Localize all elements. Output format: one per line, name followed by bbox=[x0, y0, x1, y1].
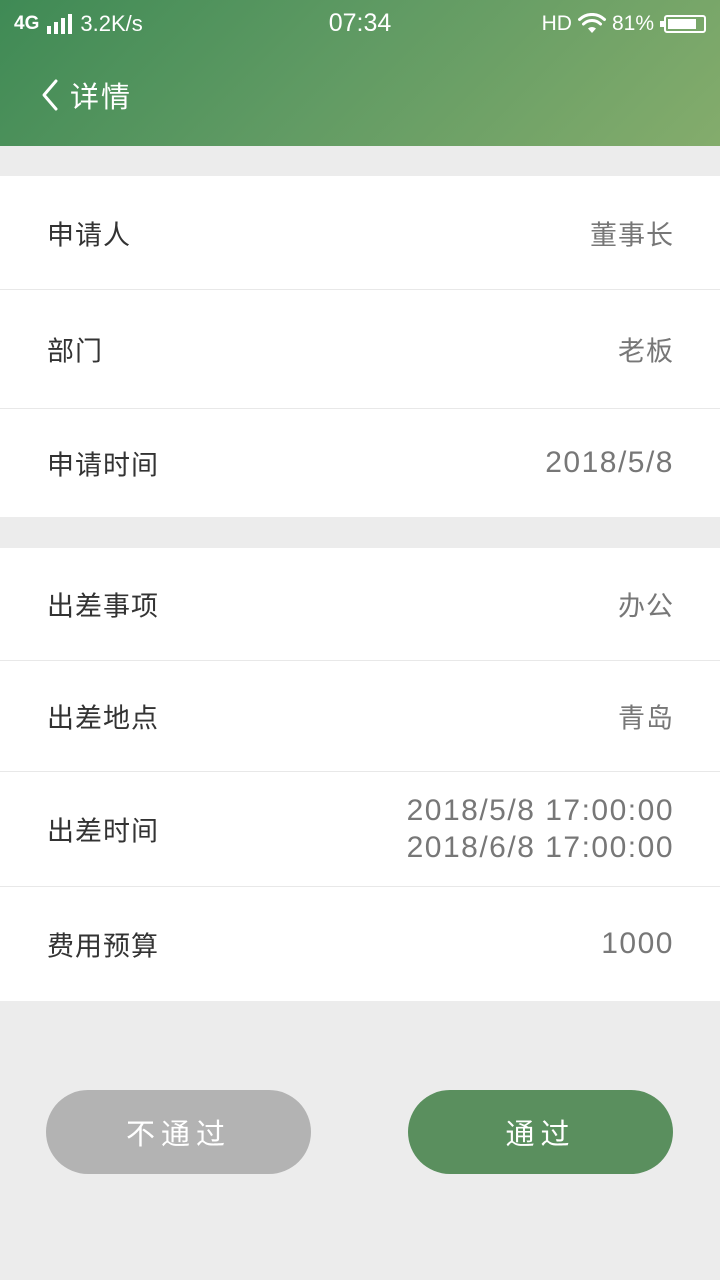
department-value: 老板 bbox=[618, 336, 674, 368]
apply-time-value: 2018/5/8 bbox=[545, 446, 674, 479]
applicant-row: 申请人 董事长 bbox=[0, 176, 720, 290]
trip-time-start: 2018/5/8 17:00:00 bbox=[406, 794, 674, 827]
page-title: 详情 bbox=[70, 80, 133, 114]
trip-purpose-row: 出差事项 办公 bbox=[0, 548, 720, 661]
trip-time-end: 2018/6/8 17:00:00 bbox=[406, 831, 674, 864]
wifi-icon bbox=[577, 13, 606, 33]
row-label: 部门 bbox=[47, 336, 103, 368]
nav-bar: 详情 bbox=[0, 62, 720, 128]
row-label: 出差事项 bbox=[47, 591, 159, 623]
hd-indicator: HD bbox=[541, 12, 572, 35]
trip-location-value: 青岛 bbox=[618, 703, 674, 735]
approve-button[interactable]: 通过 bbox=[408, 1090, 673, 1174]
trip-time-value: 2018/5/8 17:00:00 2018/6/8 17:00:00 bbox=[407, 792, 674, 866]
battery-icon bbox=[660, 15, 706, 33]
applicant-value: 董事长 bbox=[590, 220, 674, 251]
trip-location-row: 出差地点 青岛 bbox=[0, 661, 720, 772]
trip-section: 出差事项 办公 出差地点 青岛 出差时间 2018/5/8 17:00:00 2… bbox=[0, 548, 720, 1001]
trip-time-row: 出差时间 2018/5/8 17:00:00 2018/6/8 17:00:00 bbox=[0, 772, 720, 887]
row-label: 费用预算 bbox=[47, 931, 159, 963]
row-label: 出差时间 bbox=[47, 816, 159, 848]
reject-button[interactable]: 不通过 bbox=[46, 1090, 311, 1174]
back-button[interactable]: 详情 bbox=[40, 62, 132, 128]
battery-percent: 81% bbox=[611, 12, 654, 35]
budget-row: 费用预算 1000 bbox=[0, 887, 720, 1001]
apply-time-row: 申请时间 2018/5/8 bbox=[0, 409, 720, 517]
status-right: HD 81% bbox=[542, 9, 706, 39]
budget-value: 1000 bbox=[601, 927, 674, 960]
row-label: 申请人 bbox=[47, 220, 131, 251]
battery-fill bbox=[668, 19, 696, 29]
applicant-section: 申请人 董事长 部门 老板 申请时间 2018/5/8 bbox=[0, 176, 720, 517]
row-label: 出差地点 bbox=[47, 703, 159, 735]
status-bar: 4G 3.2K/s 07:34 HD 81% bbox=[0, 0, 720, 48]
trip-purpose-value: 办公 bbox=[618, 591, 674, 623]
chevron-left-icon bbox=[42, 79, 58, 111]
department-row: 部门 老板 bbox=[0, 290, 720, 409]
row-label: 申请时间 bbox=[47, 450, 159, 482]
battery-tip bbox=[660, 21, 664, 27]
app-header: 4G 3.2K/s 07:34 HD 81% 详情 bbox=[0, 0, 720, 146]
